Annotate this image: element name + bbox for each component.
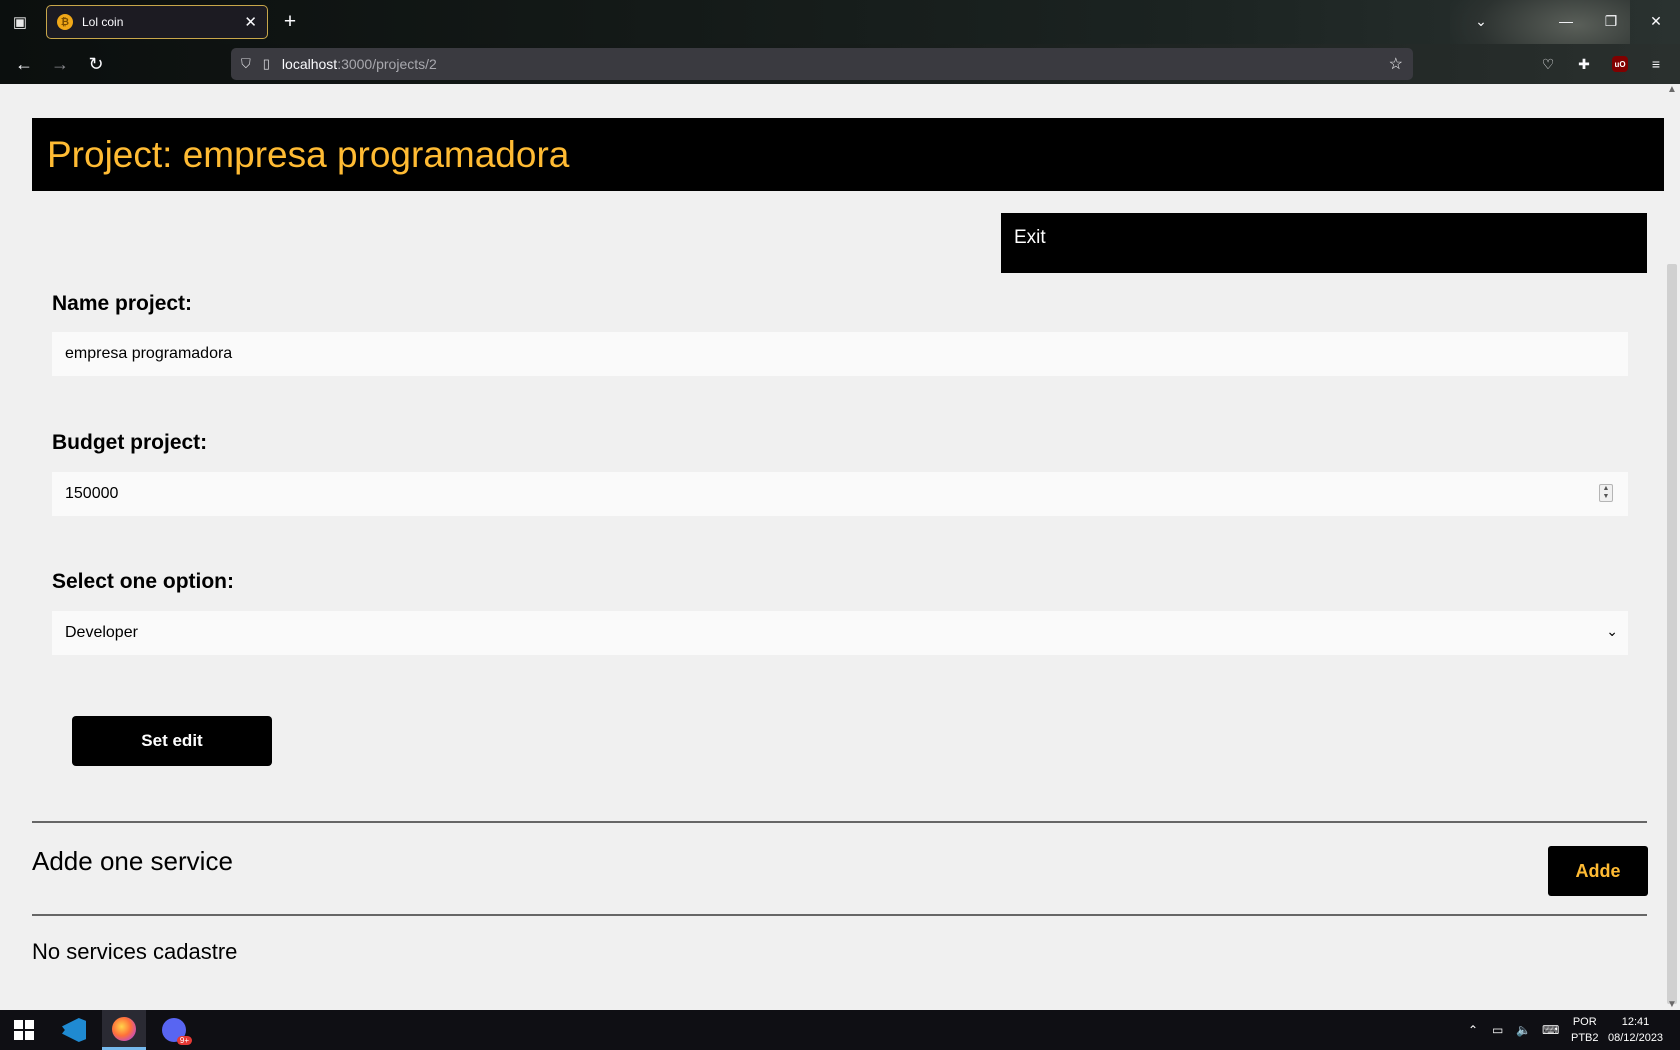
discord-icon: 9+ xyxy=(162,1018,192,1045)
category-select-value: Developer xyxy=(65,624,138,641)
browser-tab[interactable]: ₿ Lol coin ✕ xyxy=(46,5,268,39)
address-bar[interactable]: ⛉ ▯ localhost:3000/projects/2 ☆ xyxy=(231,48,1413,80)
tab-close-icon[interactable]: ✕ xyxy=(244,13,257,31)
page-title: Project: empresa programadora xyxy=(47,133,570,175)
clock-time: 12:41 xyxy=(1621,1016,1650,1028)
keyboard-layout: PTB2 xyxy=(1571,1032,1599,1044)
windows-start-icon[interactable] xyxy=(14,1020,34,1040)
browser-tab-bar: ▣ ₿ Lol coin ✕ + ⌄ — ❐ ✕ xyxy=(0,0,1680,84)
number-spinner-icon[interactable]: ▲ ▼ xyxy=(1599,484,1613,502)
extensions-icon[interactable]: ✚ xyxy=(1572,52,1596,76)
browser-nav-bar: ← → ↻ ⛉ ▯ localhost:3000/projects/2 ☆ ♡ … xyxy=(0,44,1680,84)
scrollbar-thumb[interactable] xyxy=(1667,264,1677,1004)
close-window-icon[interactable]: ✕ xyxy=(1645,8,1667,34)
taskbar-firefox[interactable] xyxy=(102,1010,146,1050)
category-select[interactable]: Developer ⌄ xyxy=(52,611,1628,655)
back-icon[interactable]: ← xyxy=(11,51,37,77)
budget-input[interactable]: 150000 ▲ ▼ xyxy=(52,472,1628,516)
tab-overflow-icon[interactable]: ⌄ xyxy=(1470,8,1492,34)
vscode-icon xyxy=(62,1018,86,1042)
pocket-icon[interactable]: ♡ xyxy=(1536,52,1560,76)
taskbar-discord[interactable]: 9+ xyxy=(152,1010,196,1050)
language-indicator[interactable]: POR PTB2 xyxy=(1571,1014,1599,1046)
url-host: localhost xyxy=(281,56,338,72)
page-scrollbar[interactable]: ▲ ▼ xyxy=(1664,84,1680,1010)
firefox-icon xyxy=(112,1016,136,1041)
volume-icon[interactable]: 🔈 xyxy=(1516,1010,1531,1050)
name-input-value: empresa programadora xyxy=(65,345,233,362)
service-section-title: Adde one service xyxy=(32,846,233,876)
scroll-down-icon[interactable]: ▼ xyxy=(1664,999,1680,1010)
restore-icon[interactable]: ❐ xyxy=(1600,8,1622,34)
chevron-down-icon: ⌄ xyxy=(1606,623,1618,639)
budget-input-value: 150000 xyxy=(65,485,119,502)
ublock-icon[interactable]: uO xyxy=(1612,56,1628,72)
set-edit-button[interactable]: Set edit xyxy=(72,716,272,766)
minimize-icon[interactable]: — xyxy=(1555,8,1577,34)
page-icon[interactable]: ▯ xyxy=(263,56,270,72)
url-path: :3000/projects/2 xyxy=(337,56,437,72)
tray-expand-icon[interactable]: ⌃ xyxy=(1468,1010,1478,1050)
project-header: Project: empresa programadora xyxy=(32,118,1664,191)
new-tab-icon[interactable]: + xyxy=(278,9,302,35)
clock-date: 08/12/2023 xyxy=(1608,1032,1664,1044)
exit-button[interactable]: Exit xyxy=(1001,213,1647,273)
menu-icon[interactable]: ≡ xyxy=(1644,52,1668,76)
scroll-up-icon[interactable]: ▲ xyxy=(1664,84,1680,95)
tab-title: Lol coin xyxy=(82,15,124,29)
divider xyxy=(32,821,1647,823)
taskbar-vscode[interactable] xyxy=(52,1010,96,1050)
bookmark-star-icon[interactable]: ☆ xyxy=(1389,54,1403,74)
name-input[interactable]: empresa programadora xyxy=(52,332,1628,376)
empty-services-message: No services cadastre xyxy=(32,939,238,964)
name-label: Name project: xyxy=(52,292,193,315)
divider xyxy=(32,914,1647,916)
keyboard-icon[interactable]: ⌨ xyxy=(1542,1010,1559,1050)
discord-badge: 9+ xyxy=(176,1036,192,1045)
language-code: POR xyxy=(1572,1016,1597,1028)
reload-icon[interactable]: ↻ xyxy=(83,51,109,77)
budget-label: Budget project: xyxy=(52,431,208,454)
add-service-button[interactable]: Adde xyxy=(1548,846,1648,896)
page-content: Project: empresa programadora Exit Name … xyxy=(0,84,1664,1010)
tab-list-icon[interactable]: ▣ xyxy=(8,10,32,34)
forward-icon[interactable]: → xyxy=(47,51,73,77)
coin-favicon-icon: ₿ xyxy=(57,14,73,30)
category-label: Select one option: xyxy=(52,570,235,593)
clock[interactable]: 12:41 08/12/2023 xyxy=(1608,1014,1663,1046)
shield-icon[interactable]: ⛉ xyxy=(241,56,251,72)
windows-taskbar: 9+ ⌃ ▭ 🔈 ⌨ POR PTB2 12:41 08/12/2023 xyxy=(0,1010,1680,1050)
network-icon[interactable]: ▭ xyxy=(1492,1010,1503,1050)
